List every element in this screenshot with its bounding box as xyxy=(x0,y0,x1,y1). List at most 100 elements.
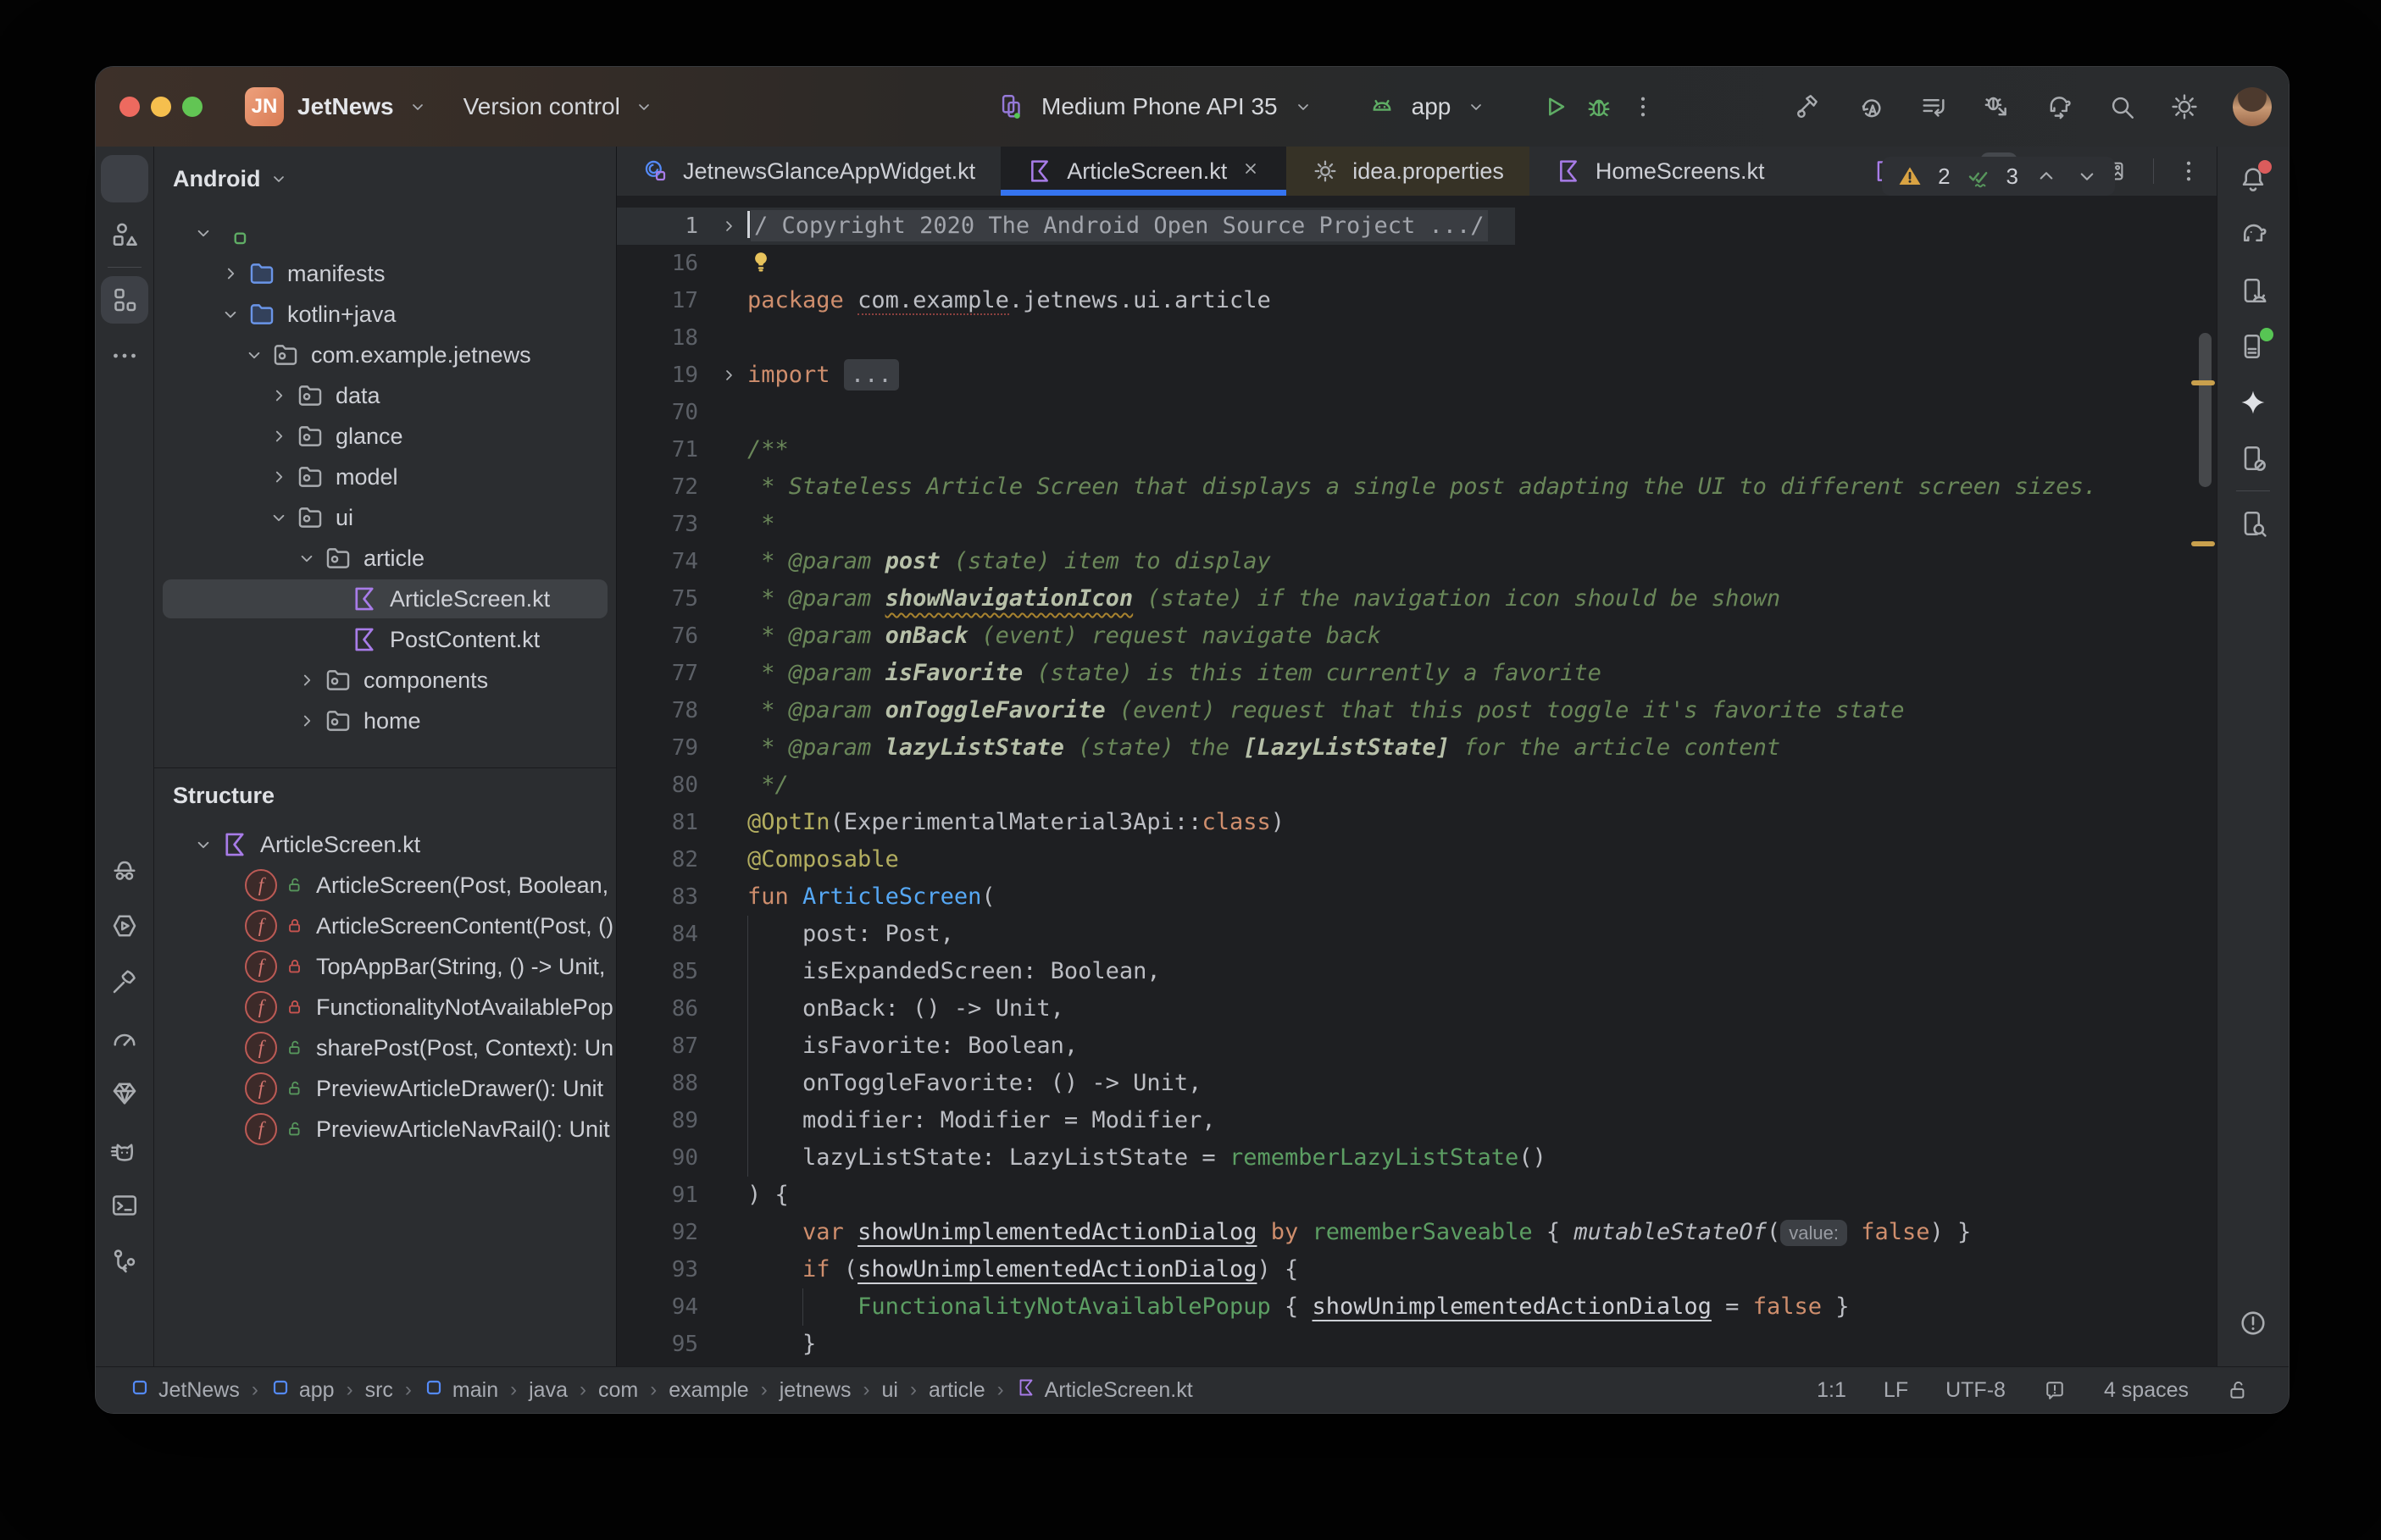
resource-manager-tool-button[interactable] xyxy=(101,211,148,258)
structure-item-topappbar-string-unit[interactable]: fTopAppBar(String, () -> Unit, xyxy=(154,946,616,987)
code-line-88[interactable]: 88 onToggleFavorite: () -> Unit, xyxy=(617,1065,2217,1102)
tree-item-home[interactable]: home xyxy=(154,701,616,741)
chevron-right-icon[interactable] xyxy=(263,466,295,488)
line-number[interactable]: 1 xyxy=(617,208,710,245)
problems-button[interactable] xyxy=(2229,1299,2277,1347)
tab-jetnewsglanceappwidget-kt[interactable]: JetnewsGlanceAppWidget.kt xyxy=(617,147,1001,196)
tab-idea-properties[interactable]: idea.properties xyxy=(1286,147,1529,196)
chevron-down-icon[interactable] xyxy=(238,344,270,366)
line-number[interactable]: 76 xyxy=(617,618,710,655)
build-hammer-icon[interactable] xyxy=(1794,92,1823,121)
code-line-92[interactable]: 92 var showUnimplementedActionDialog by … xyxy=(617,1214,2217,1251)
structure-item-articlescreen-post-boolean[interactable]: fArticleScreen(Post, Boolean, xyxy=(154,865,616,906)
tree-item-glance[interactable]: glance xyxy=(154,416,616,457)
tree-item-components[interactable]: components xyxy=(154,660,616,701)
vcs-widget-label[interactable]: Version control xyxy=(463,93,620,120)
attach-debugger-icon[interactable] xyxy=(1982,92,2011,121)
minimize-window-button[interactable] xyxy=(151,97,171,117)
line-number[interactable]: 81 xyxy=(617,804,710,841)
line-number[interactable]: 75 xyxy=(617,580,710,618)
code-line-70[interactable]: 70 xyxy=(617,394,2217,431)
breadcrumb-main[interactable]: main xyxy=(424,1377,498,1404)
tree-item-article[interactable]: article xyxy=(154,538,616,579)
project-widget[interactable]: JN JetNews Version control xyxy=(245,67,654,147)
line-number[interactable]: 92 xyxy=(617,1214,710,1251)
status-utf-8[interactable]: UTF-8 xyxy=(1945,1378,2006,1403)
fold-marker-icon[interactable] xyxy=(710,208,747,245)
line-number[interactable]: 94 xyxy=(617,1288,710,1326)
code-line-80[interactable]: 80 */ xyxy=(617,767,2217,804)
project-tool-button[interactable]: M3.5 6.5c0-1.1.9-2 2-2h4.2l2 2.3h6.8c1.1… xyxy=(101,155,148,202)
tree-item-ui[interactable]: ui xyxy=(154,497,616,538)
status-1-1[interactable]: 1:1 xyxy=(1817,1378,1846,1403)
code-line-82[interactable]: 82@Composable xyxy=(617,841,2217,878)
tree-item-manifests[interactable]: manifests xyxy=(154,253,616,294)
tree-item-model[interactable]: model xyxy=(154,457,616,497)
more-tool-windows-button[interactable] xyxy=(101,332,148,379)
code-line-85[interactable]: 85 isExpandedScreen: Boolean, xyxy=(617,953,2217,990)
inspection-bubble-icon[interactable] xyxy=(2043,1378,2067,1402)
breadcrumb-ui[interactable]: ui xyxy=(881,1378,897,1403)
notifications-button[interactable] xyxy=(2229,155,2277,202)
code-line-19[interactable]: 19import ... xyxy=(617,357,2217,394)
app-quality-insights-button[interactable] xyxy=(101,846,148,894)
close-tab-icon[interactable] xyxy=(1240,158,1261,185)
structure-item-functionalitynotavailablepop[interactable]: fFunctionalityNotAvailablePop xyxy=(154,987,616,1028)
chevron-down-icon[interactable] xyxy=(291,547,323,569)
code-line-17[interactable]: 17package com.example.jetnews.ui.article xyxy=(617,282,2217,319)
tab-homescreens-kt[interactable]: HomeScreens.kt xyxy=(1529,147,1790,196)
running-devices-button[interactable] xyxy=(2229,323,2277,370)
breadcrumb-article[interactable]: article xyxy=(929,1378,985,1403)
breadcrumb-articlescreen-kt[interactable]: ArticleScreen.kt xyxy=(1016,1377,1193,1404)
code-line-86[interactable]: 86 onBack: () -> Unit, xyxy=(617,990,2217,1028)
code-line-81[interactable]: 81@OptIn(ExperimentalMaterial3Api::class… xyxy=(617,804,2217,841)
app-inspection-tool-button[interactable] xyxy=(101,1014,148,1061)
line-number[interactable]: 19 xyxy=(617,357,710,394)
maximize-window-button[interactable] xyxy=(182,97,203,117)
line-number[interactable]: 18 xyxy=(617,319,710,357)
line-number[interactable]: 95 xyxy=(617,1326,710,1363)
structure-item-articlescreen-kt[interactable]: ArticleScreen.kt xyxy=(154,824,616,865)
search-everywhere-icon[interactable] xyxy=(2107,92,2136,121)
unlock-icon[interactable] xyxy=(2226,1378,2250,1402)
profiler-tool-button[interactable] xyxy=(101,902,148,950)
code-line-18[interactable]: 18 xyxy=(617,319,2217,357)
chevron-down-icon[interactable] xyxy=(263,507,295,529)
code-line-76[interactable]: 76 * @param onBack (event) request navig… xyxy=(617,618,2217,655)
chevron-right-icon[interactable] xyxy=(291,669,323,691)
code-line-1[interactable]: 1/ Copyright 2020 The Android Open Sourc… xyxy=(617,208,2217,245)
next-issue-icon[interactable] xyxy=(2074,163,2100,189)
breadcrumb-app[interactable]: app xyxy=(270,1377,335,1404)
previous-issue-icon[interactable] xyxy=(2034,163,2059,189)
tab-articlescreen-kt[interactable]: ArticleScreen.kt xyxy=(1001,147,1286,196)
inspections-widget[interactable]: 2 3 xyxy=(1882,157,2115,196)
code-line-90[interactable]: 90 lazyListState: LazyListState = rememb… xyxy=(617,1139,2217,1177)
code-line-71[interactable]: 71/** xyxy=(617,431,2217,468)
device-mirroring-button[interactable] xyxy=(2229,435,2277,482)
scrollbar-warning-mark[interactable] xyxy=(2191,541,2215,546)
gemini-sparkle-button[interactable] xyxy=(2229,379,2277,426)
build-tool-button[interactable] xyxy=(101,958,148,1005)
code-line-91[interactable]: 91) { xyxy=(617,1177,2217,1214)
tree-item-com-example-jetnews[interactable]: com.example.jetnews xyxy=(154,335,616,375)
more-actions-icon[interactable] xyxy=(1629,92,1657,121)
code-line-75[interactable]: 75 * @param showNavigationIcon (state) i… xyxy=(617,580,2217,618)
structure-tool-button[interactable] xyxy=(101,276,148,324)
tree-item-articlescreen-kt[interactable]: ArticleScreen.kt xyxy=(154,579,616,619)
code-line-73[interactable]: 73 * xyxy=(617,506,2217,543)
line-number[interactable]: 17 xyxy=(617,282,710,319)
line-number[interactable]: 86 xyxy=(617,990,710,1028)
code-line-77[interactable]: 77 * @param isFavorite (state) is this i… xyxy=(617,655,2217,692)
breadcrumb-java[interactable]: java xyxy=(529,1378,568,1403)
code-line-78[interactable]: 78 * @param onToggleFavorite (event) req… xyxy=(617,692,2217,729)
gemini-tool-button[interactable] xyxy=(101,1070,148,1117)
line-number[interactable]: 84 xyxy=(617,916,710,953)
fold-marker-icon[interactable] xyxy=(710,357,747,394)
tree-item-kotlin-java[interactable]: kotlin+java xyxy=(154,294,616,335)
structure-item-sharepost-post-context-un[interactable]: fsharePost(Post, Context): Un xyxy=(154,1028,616,1068)
chevron-right-icon[interactable] xyxy=(214,263,247,285)
chevron-down-icon[interactable] xyxy=(187,222,219,244)
version-control-tool-button[interactable] xyxy=(101,1238,148,1285)
chevron-down-icon[interactable] xyxy=(187,834,219,856)
line-number[interactable]: 88 xyxy=(617,1065,710,1102)
